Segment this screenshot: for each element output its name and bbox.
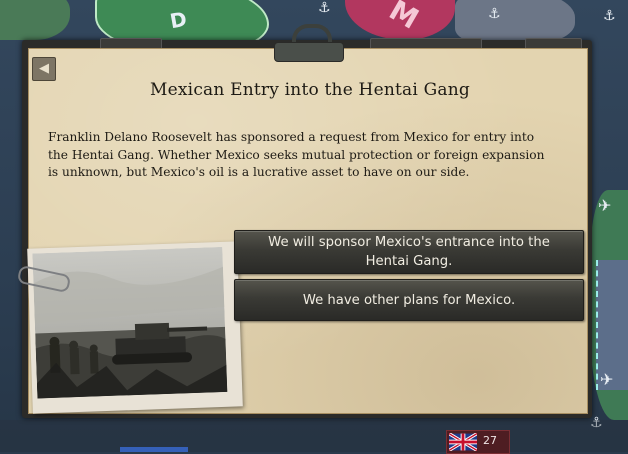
option-label: We will sponsor Mexico's entrance into t… — [268, 235, 550, 269]
anchor-icon[interactable]: ⚓ — [318, 0, 331, 16]
bottom-shade — [0, 420, 628, 452]
clip-bar — [274, 42, 344, 62]
clipboard-clip — [254, 24, 362, 68]
bottom-bar-tab[interactable] — [120, 447, 188, 452]
event-title: Mexican Entry into the Hentai Gang — [150, 80, 470, 100]
nation-indicator[interactable]: 27 — [446, 430, 510, 454]
event-picture — [27, 241, 243, 414]
event-description: Franklin Delano Roosevelt has sponsored … — [48, 130, 545, 179]
air-wing-icon[interactable]: ✈ — [598, 196, 611, 215]
option-other-plans-button[interactable]: We have other plans for Mexico. — [234, 279, 584, 321]
tank-photo-illustration — [32, 246, 228, 399]
anchor-icon[interactable]: ⚓ — [603, 8, 616, 24]
option-label: We have other plans for Mexico. — [302, 292, 516, 308]
anchor-icon[interactable]: ⚓ — [488, 6, 501, 22]
nation-count: 27 — [483, 434, 497, 447]
back-arrow-icon: ◀ — [39, 61, 49, 76]
air-wing-icon[interactable]: ✈ — [600, 370, 613, 389]
option-sponsor-mexico-button[interactable]: We will sponsor Mexico's entrance into t… — [234, 230, 584, 274]
back-button[interactable]: ◀ — [32, 57, 56, 81]
united-kingdom-flag-icon — [449, 433, 477, 451]
